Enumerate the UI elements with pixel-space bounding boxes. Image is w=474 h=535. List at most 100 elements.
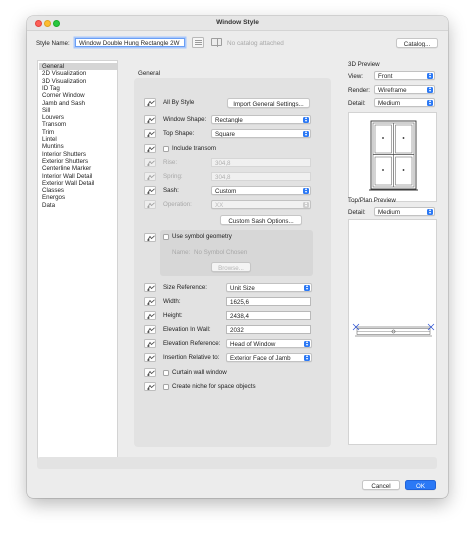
by-style-size-reference-icon[interactable] <box>144 283 156 292</box>
render-value: Wireframe <box>378 87 407 94</box>
sidebar-item-exterior-wall-detail[interactable]: Exterior Wall Detail <box>39 180 117 187</box>
curtain-wall-window-checkbox[interactable] <box>163 369 169 376</box>
import-general-settings-button[interactable]: Import General Settings... <box>227 98 310 108</box>
detail-3d-value: Medium <box>378 100 401 107</box>
by-style-spring-icon <box>144 172 156 181</box>
size-reference-label: Size Reference: <box>163 284 208 291</box>
chevron-updown-icon: ▲ ▼ <box>427 99 433 106</box>
3d-preview-canvas <box>348 112 437 202</box>
spring-label: Spring: <box>163 173 183 180</box>
chevron-updown-icon: ▲ ▼ <box>427 86 433 93</box>
curtain-wall-window-label: Curtain wall window <box>172 369 227 376</box>
elevation-reference-select[interactable]: Head of Window ▲ ▼ <box>226 339 312 348</box>
view-select[interactable]: Front ▲ ▼ <box>374 71 435 80</box>
top-shape-label: Top Shape: <box>163 130 195 137</box>
by-style-curtain-wall-icon[interactable] <box>144 368 156 377</box>
title-bar: Window Style <box>27 16 448 31</box>
spring-input[interactable]: 304,8 <box>211 172 311 181</box>
operation-select[interactable]: XX ▲ ▼ <box>211 200 311 209</box>
elevation-reference-label: Elevation Reference: <box>163 340 221 347</box>
catalog-button[interactable]: Catalog... <box>396 38 438 48</box>
custom-sash-options-button[interactable]: Custom Sash Options... <box>220 215 302 225</box>
sidebar-item-lintel[interactable]: Lintel <box>39 136 117 143</box>
plan-preview-canvas <box>348 219 437 445</box>
chevron-updown-icon: ▲ ▼ <box>304 340 310 347</box>
browse-symbol-button[interactable]: Browse... <box>211 262 251 272</box>
sidebar-item-interior-shutters[interactable]: Interior Shutters <box>39 151 117 158</box>
operation-label: Operation: <box>163 201 192 208</box>
detail-plan-select[interactable]: Medium ▲ ▼ <box>374 207 435 216</box>
catalog-icon[interactable] <box>192 37 204 48</box>
sidebar-item-id-tag[interactable]: ID Tag <box>39 85 117 92</box>
by-style-elevation-icon[interactable] <box>144 325 156 334</box>
by-style-all-icon[interactable] <box>144 98 156 107</box>
window-title: Window Style <box>216 19 259 26</box>
elevation-in-wall-input[interactable]: 2032 <box>226 325 311 334</box>
ok-button[interactable]: OK <box>405 480 436 490</box>
by-style-sash-icon[interactable] <box>144 186 156 195</box>
detail-3d-select[interactable]: Medium ▲ ▼ <box>374 98 435 107</box>
width-input[interactable]: 1625,6 <box>226 297 311 306</box>
detail-3d-label: Detail: <box>348 100 366 107</box>
sidebar-item-exterior-shutters[interactable]: Exterior Shutters <box>39 158 117 165</box>
by-style-insertion-icon[interactable] <box>144 353 156 362</box>
use-symbol-geometry-label: Use symbol geometry <box>172 233 232 240</box>
chevron-updown-icon: ▲ ▼ <box>427 208 433 215</box>
window-elevation-drawing <box>369 120 418 191</box>
rise-label: Rise: <box>163 159 178 166</box>
insertion-relative-select[interactable]: Exterior Face of Jamb ▲ ▼ <box>226 353 312 362</box>
sidebar-item-3d-visualization[interactable]: 3D Visualization <box>39 78 117 85</box>
symbol-name-value: No Symbol Chosen <box>194 249 248 256</box>
use-symbol-geometry-checkbox[interactable] <box>163 233 169 240</box>
general-section-title: General <box>138 70 161 77</box>
catalog-book-icon <box>211 38 222 47</box>
sidebar-item-energos[interactable]: Energos <box>39 194 117 201</box>
render-label: Render: <box>348 87 371 94</box>
sidebar-item-data[interactable]: Data <box>39 202 117 209</box>
by-style-height-icon[interactable] <box>144 311 156 320</box>
chevron-updown-icon: ▲ ▼ <box>303 130 309 137</box>
by-style-niche-icon[interactable] <box>144 382 156 391</box>
style-name-input[interactable]: Window Double Hung Rectangle 2W <box>75 38 185 47</box>
all-by-style-label: All By Style <box>163 99 195 106</box>
sidebar-item-jamb-and-sash[interactable]: Jamb and Sash <box>39 100 117 107</box>
include-transom-checkbox[interactable] <box>163 145 169 152</box>
chevron-updown-icon: ▲ ▼ <box>303 116 309 123</box>
sidebar-item-sill[interactable]: Sill <box>39 107 117 114</box>
height-input[interactable]: 2438,4 <box>226 311 311 320</box>
rise-input[interactable]: 304,8 <box>211 158 311 167</box>
sidebar-item-interior-wall-detail[interactable]: Interior Wall Detail <box>39 173 117 180</box>
sidebar-item-muntins[interactable]: Muntins <box>39 143 117 150</box>
top-shape-select[interactable]: Square ▲ ▼ <box>211 129 311 138</box>
create-niche-label: Create niche for space objects <box>172 383 256 390</box>
create-niche-checkbox[interactable] <box>163 383 169 390</box>
by-style-transom-icon[interactable] <box>144 144 156 153</box>
sidebar-item-2d-visualization[interactable]: 2D Visualization <box>39 70 117 77</box>
size-reference-value: Unit Size <box>230 285 255 292</box>
by-style-top-shape-icon[interactable] <box>144 129 156 138</box>
window-shape-value: Rectangle <box>215 117 243 124</box>
window-style-dialog: Window Style Style Name: Window Double H… <box>27 16 448 498</box>
render-select[interactable]: Wireframe ▲ ▼ <box>374 85 435 94</box>
window-shape-select[interactable]: Rectangle ▲ ▼ <box>211 115 311 124</box>
sidebar-item-centerline-marker[interactable]: Centerline Marker <box>39 165 117 172</box>
symbol-geometry-group: Use symbol geometry Name: No Symbol Chos… <box>160 230 313 276</box>
sash-select[interactable]: Custom ▲ ▼ <box>211 186 311 195</box>
sidebar-item-corner-window[interactable]: Corner Window <box>39 92 117 99</box>
cancel-button[interactable]: Cancel <box>362 480 400 490</box>
sidebar-item-general[interactable]: General <box>39 63 117 71</box>
status-bar <box>37 457 437 469</box>
height-label: Height: <box>163 312 183 319</box>
size-reference-select[interactable]: Unit Size ▲ ▼ <box>226 283 312 292</box>
elevation-reference-value: Head of Window <box>230 341 276 348</box>
sidebar-item-louvers[interactable]: Louvers <box>39 114 117 121</box>
sidebar-item-trim[interactable]: Trim <box>39 129 117 136</box>
sidebar-item-transom[interactable]: Transom <box>39 121 117 128</box>
by-style-window-shape-icon[interactable] <box>144 115 156 124</box>
by-style-elevation-reference-icon[interactable] <box>144 339 156 348</box>
symbol-name-label: Name: <box>172 249 191 256</box>
sidebar-item-classes[interactable]: Classes <box>39 187 117 194</box>
operation-value: XX <box>215 202 224 209</box>
by-style-width-icon[interactable] <box>144 297 156 306</box>
by-style-symbol-icon[interactable] <box>144 233 156 242</box>
